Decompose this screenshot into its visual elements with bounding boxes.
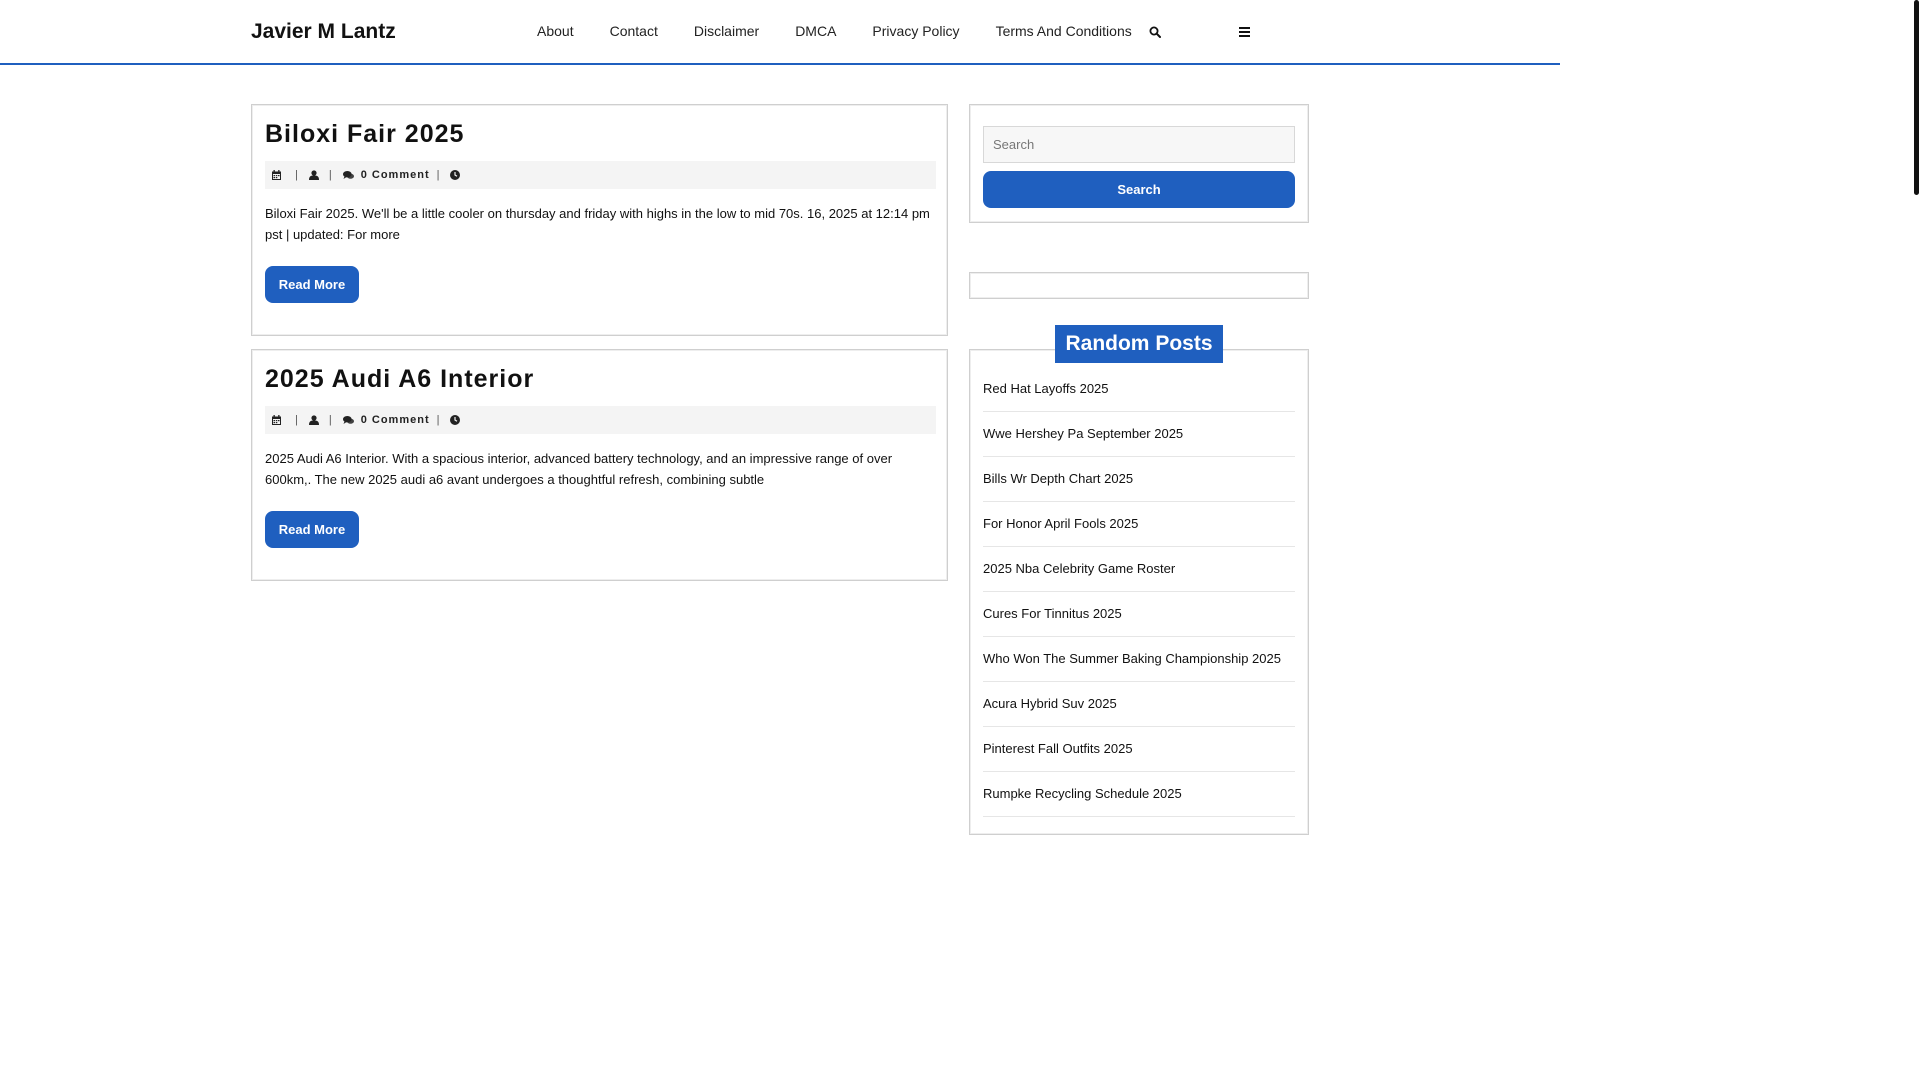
random-posts-list: Red Hat Layoffs 2025 Wwe Hershey Pa Sept…: [983, 368, 1295, 817]
nav-item-dmca[interactable]: DMCA: [777, 0, 854, 63]
list-item: Acura Hybrid Suv 2025: [983, 683, 1295, 727]
page-scrollbar[interactable]: [1912, 0, 1920, 882]
meta-separator: |: [328, 414, 333, 426]
clock-icon: [450, 170, 461, 180]
comment-count[interactable]: 0 Comment: [361, 414, 430, 426]
random-post-link[interactable]: Who Won The Summer Baking Championship 2…: [983, 638, 1295, 670]
search-button[interactable]: Search: [983, 171, 1295, 208]
site-header: Javier M Lantz About Contact Disclaimer …: [0, 0, 1560, 65]
random-posts-heading: Random Posts: [1055, 325, 1223, 363]
meta-separator: |: [436, 169, 441, 181]
nav-item-disclaimer[interactable]: Disclaimer: [676, 0, 777, 63]
random-post-link[interactable]: Acura Hybrid Suv 2025: [983, 683, 1295, 715]
clock-icon: [450, 415, 461, 425]
list-item: Rumpke Recycling Schedule 2025: [983, 773, 1295, 817]
random-post-link[interactable]: Bills Wr Depth Chart 2025: [983, 458, 1295, 490]
calendar-icon: [272, 415, 281, 425]
meta-separator: |: [436, 414, 441, 426]
user-icon: [308, 415, 319, 425]
list-item: Red Hat Layoffs 2025: [983, 368, 1295, 412]
list-item: 2025 Nba Celebrity Game Roster: [983, 548, 1295, 592]
comments-icon: [342, 415, 354, 425]
post-excerpt: Biloxi Fair 2025. We'll be a little cool…: [265, 206, 930, 242]
random-post-link[interactable]: 2025 Nba Celebrity Game Roster: [983, 548, 1295, 580]
nav-item-terms-and-conditions[interactable]: Terms And Conditions: [978, 0, 1150, 63]
read-more-button[interactable]: Read More: [265, 266, 359, 303]
post-title[interactable]: 2025 Audi A6 Interior: [265, 364, 534, 394]
post-card: 2025 Audi A6 Interior | | 0 Comment | 20…: [251, 349, 948, 581]
main-nav: About Contact Disclaimer DMCA Privacy Po…: [519, 0, 1150, 63]
read-more-button[interactable]: Read More: [265, 511, 359, 548]
hamburger-menu-icon[interactable]: [1234, 22, 1254, 42]
random-post-link[interactable]: For Honor April Fools 2025: [983, 503, 1295, 535]
list-item: For Honor April Fools 2025: [983, 503, 1295, 547]
comments-icon: [342, 170, 354, 180]
nav-item-contact[interactable]: Contact: [592, 0, 676, 63]
random-post-link[interactable]: Cures For Tinnitus 2025: [983, 593, 1295, 625]
list-item: Who Won The Summer Baking Championship 2…: [983, 638, 1295, 682]
post-title[interactable]: Biloxi Fair 2025: [265, 119, 464, 149]
list-item: Bills Wr Depth Chart 2025: [983, 458, 1295, 502]
random-post-link[interactable]: Pinterest Fall Outfits 2025: [983, 728, 1295, 760]
search-widget: Search: [969, 104, 1309, 223]
meta-separator: |: [295, 414, 299, 426]
list-item: Wwe Hershey Pa September 2025: [983, 413, 1295, 457]
random-post-link[interactable]: Red Hat Layoffs 2025: [983, 368, 1295, 400]
comment-count[interactable]: 0 Comment: [361, 169, 430, 181]
search-input[interactable]: [983, 126, 1295, 163]
nav-item-about[interactable]: About: [519, 0, 592, 63]
meta-separator: |: [328, 169, 333, 181]
scrollbar-thumb[interactable]: [1914, 0, 1919, 195]
site-title[interactable]: Javier M Lantz: [251, 19, 396, 45]
search-icon[interactable]: [1145, 22, 1165, 42]
post-excerpt: 2025 Audi A6 Interior. With a spacious i…: [265, 451, 893, 487]
nav-item-privacy-policy[interactable]: Privacy Policy: [854, 0, 977, 63]
random-post-link[interactable]: Rumpke Recycling Schedule 2025: [983, 773, 1295, 805]
post-meta: | | 0 Comment |: [265, 161, 936, 189]
post-meta: | | 0 Comment |: [265, 406, 936, 434]
user-icon: [308, 170, 319, 180]
random-post-link[interactable]: Wwe Hershey Pa September 2025: [983, 413, 1295, 445]
empty-widget: [969, 272, 1309, 299]
list-item: Pinterest Fall Outfits 2025: [983, 728, 1295, 772]
calendar-icon: [272, 170, 281, 180]
meta-separator: |: [295, 169, 299, 181]
random-posts-widget: Red Hat Layoffs 2025 Wwe Hershey Pa Sept…: [969, 349, 1309, 835]
post-card: Biloxi Fair 2025 | | 0 Comment | Biloxi …: [251, 104, 948, 336]
list-item: Cures For Tinnitus 2025: [983, 593, 1295, 637]
